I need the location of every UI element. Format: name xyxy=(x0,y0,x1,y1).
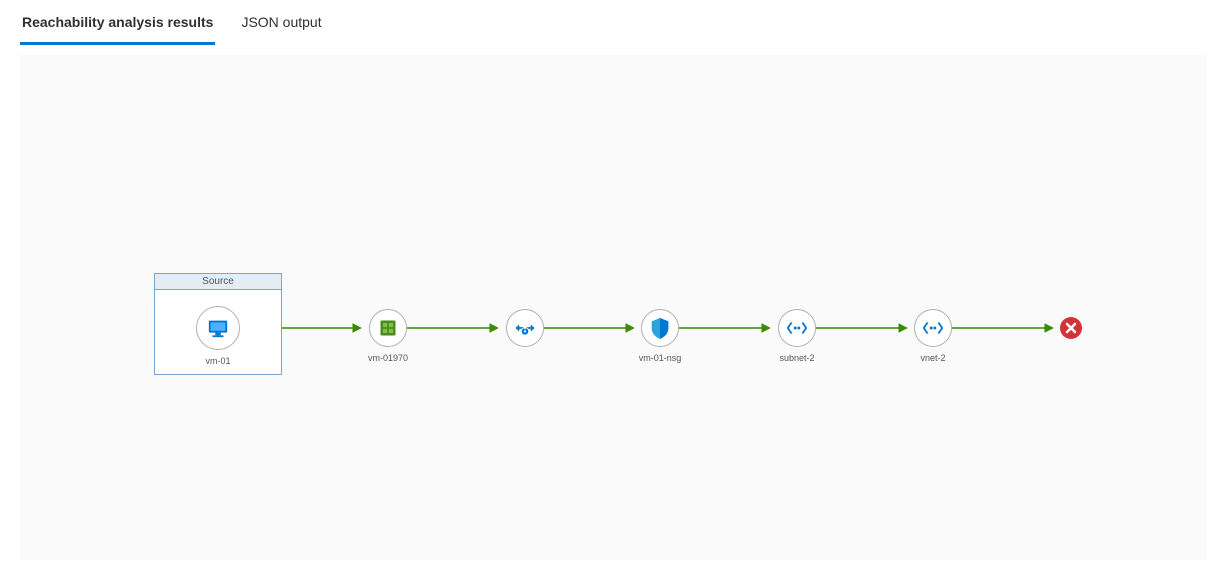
nsg-icon xyxy=(641,309,679,347)
node-label: vm-01 xyxy=(205,356,230,366)
node-label: vnet-2 xyxy=(920,353,945,363)
node-vnet[interactable]: vnet-2 xyxy=(893,309,973,363)
node-vm[interactable]: vm-01 xyxy=(178,306,258,366)
vm-icon xyxy=(196,306,240,350)
tab-label: JSON output xyxy=(241,14,321,30)
edge-ipconfig-to-nsg xyxy=(544,323,639,335)
subnet-icon xyxy=(778,309,816,347)
vnet-icon xyxy=(914,309,952,347)
node-label: vm-01970 xyxy=(368,353,408,363)
edge-vnet-to-end xyxy=(952,323,1058,335)
node-label: vm-01-nsg xyxy=(639,353,682,363)
node-nsg[interactable]: vm-01-nsg xyxy=(620,309,700,363)
tab-json-output[interactable]: JSON output xyxy=(239,4,323,45)
node-label: subnet-2 xyxy=(779,353,814,363)
edge-vm-to-nic xyxy=(282,323,366,335)
source-header: Source xyxy=(155,274,281,290)
end-error-icon[interactable] xyxy=(1060,317,1082,339)
edge-subnet-to-vnet xyxy=(816,323,912,335)
node-subnet[interactable]: subnet-2 xyxy=(757,309,837,363)
source-group: Source vm-01 xyxy=(154,273,282,375)
topology-canvas[interactable]: Source vm-01 vm-01970 xyxy=(20,55,1206,560)
nic-icon xyxy=(369,309,407,347)
edge-nsg-to-subnet xyxy=(679,323,775,335)
tab-reachability-results[interactable]: Reachability analysis results xyxy=(20,4,215,45)
tab-bar: Reachability analysis results JSON outpu… xyxy=(0,0,1226,45)
node-nic[interactable]: vm-01970 xyxy=(348,309,428,363)
ipconfig-icon xyxy=(506,309,544,347)
tab-label: Reachability analysis results xyxy=(22,14,213,30)
edge-nic-to-ipconfig xyxy=(407,323,503,335)
